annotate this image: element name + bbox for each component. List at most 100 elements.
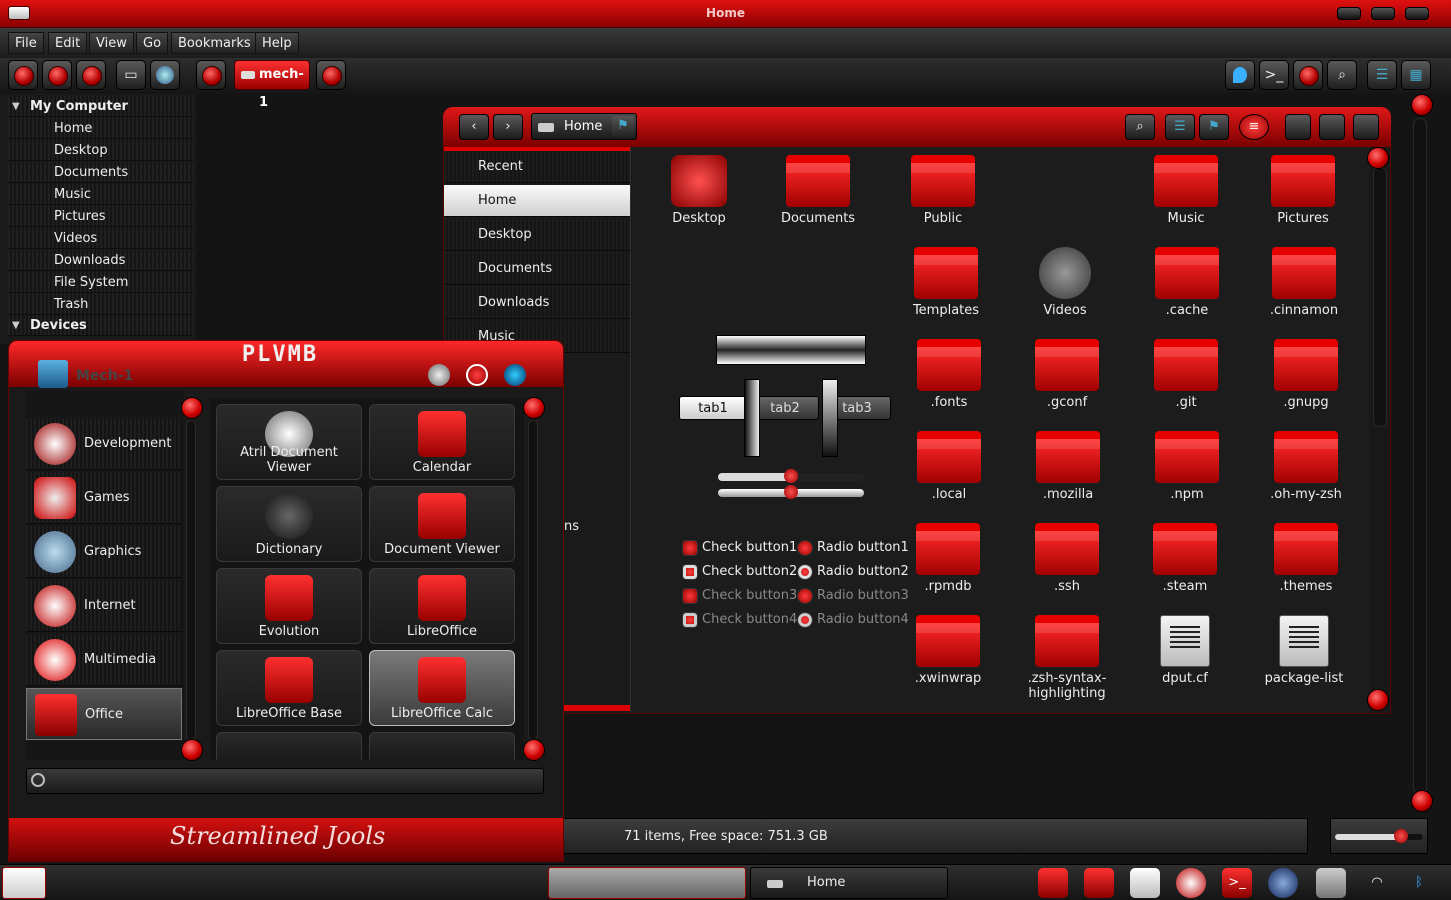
app-scrollbar[interactable] (528, 420, 538, 740)
minimize-button[interactable] (1337, 7, 1361, 20)
app-calendar[interactable]: Calendar (369, 404, 515, 480)
location-icon[interactable] (1225, 60, 1255, 90)
fm-minimize-button[interactable] (1285, 114, 1311, 140)
path-button[interactable]: mech-1 (234, 60, 310, 110)
place-downloads[interactable]: Downloads (444, 287, 630, 319)
up-button[interactable] (76, 60, 106, 90)
terminal-icon[interactable]: >_ (1222, 868, 1252, 898)
scroll-up-orb[interactable] (1411, 94, 1433, 116)
app-libreoffice-base[interactable]: LibreOffice Base (216, 650, 362, 726)
fm-maximize-button[interactable] (1319, 114, 1345, 140)
lock-screen-icon[interactable] (428, 364, 450, 386)
tab-2[interactable]: tab2 (751, 396, 819, 420)
bluetooth-icon[interactable]: ᛒ (1404, 868, 1434, 898)
app-partial[interactable] (369, 732, 515, 760)
file-item[interactable]: .zsh-syntax-highlighting (1009, 615, 1125, 701)
category-scrollbar[interactable] (186, 420, 196, 740)
start-menu-button[interactable] (2, 867, 46, 899)
app-libreoffice[interactable]: LibreOffice (369, 568, 515, 644)
tree-item-pictures[interactable]: Pictures (8, 206, 193, 227)
file-item[interactable]: Documents (760, 155, 876, 226)
scroll-down-orb[interactable] (1411, 790, 1433, 812)
browser-icon[interactable] (1176, 868, 1206, 898)
menu-view[interactable]: View (89, 32, 134, 54)
file-item[interactable]: .gnupg (1248, 339, 1364, 410)
app-dictionary[interactable]: Dictionary (216, 486, 362, 562)
file-item[interactable]: .steam (1127, 523, 1243, 594)
menu-help[interactable]: Help (255, 32, 299, 54)
main-scrollbar[interactable] (1413, 118, 1427, 794)
fm-pin-icon[interactable]: ⚑ (1199, 114, 1229, 140)
file-item[interactable]: .ssh (1009, 523, 1125, 594)
file-item[interactable]: .mozilla (1010, 431, 1126, 502)
tree-item-home[interactable]: Home (8, 118, 193, 139)
app-libreoffice-calc[interactable]: LibreOffice Calc (369, 650, 515, 726)
category-games[interactable]: Games (26, 472, 182, 524)
fm-search-icon[interactable]: ⌕ (1125, 114, 1155, 140)
file-item[interactable]: .local (891, 431, 1007, 502)
zoom-slider-track[interactable] (1335, 834, 1423, 840)
menu-file[interactable]: File (8, 32, 44, 54)
fm-menu-icon[interactable]: ≡ (1239, 114, 1269, 140)
fm-scroll-down-orb[interactable] (1367, 689, 1389, 711)
file-item[interactable]: .themes (1248, 523, 1364, 594)
menu-edit[interactable]: Edit (48, 32, 88, 54)
zoom-slider-handle[interactable] (1394, 829, 1408, 843)
taskbar-empty-slot[interactable] (548, 867, 746, 899)
window-menu-icon[interactable] (8, 6, 30, 20)
app-scroll-down-orb[interactable] (523, 739, 545, 761)
tree-item-videos[interactable]: Videos (8, 228, 193, 249)
app-scroll-up-orb[interactable] (523, 397, 545, 419)
tree-item-music[interactable]: Music (8, 184, 193, 205)
tree-devices[interactable]: ▼ Devices (8, 315, 193, 336)
file-item[interactable]: Desktop (641, 155, 757, 226)
place-documents[interactable]: Documents (444, 253, 630, 285)
disk-icon[interactable] (1293, 60, 1323, 90)
icon-view-icon[interactable]: ▦ (1401, 60, 1431, 90)
maximize-button[interactable] (1371, 7, 1395, 20)
logout-icon[interactable] (466, 364, 488, 386)
display-icon[interactable] (1316, 868, 1346, 898)
fm-forward-button[interactable]: › (493, 114, 523, 140)
shutdown-icon[interactable] (504, 364, 526, 386)
fm-scroll-up-orb[interactable] (1367, 147, 1389, 169)
file-item[interactable]: .cinnamon (1246, 247, 1362, 318)
tree-my-computer[interactable]: ▼ My Computer (8, 96, 193, 117)
list-view-icon[interactable]: ☰ (1367, 60, 1397, 90)
taskbar-window-home[interactable]: Home (750, 867, 948, 899)
wifi-icon[interactable]: ◠ (1362, 868, 1392, 898)
search-icon[interactable]: ⌕ (1327, 60, 1357, 90)
check-button-1[interactable]: Check button1 (682, 538, 800, 558)
next-location-button[interactable] (316, 60, 346, 90)
file-item[interactable]: .fonts (891, 339, 1007, 410)
file-item[interactable]: package-list (1246, 615, 1362, 686)
slider-handle[interactable] (784, 469, 798, 483)
category-multimedia[interactable]: Multimedia (26, 634, 182, 686)
previous-location-button[interactable] (196, 60, 226, 90)
menu-search-input[interactable] (26, 768, 544, 794)
app-partial[interactable] (216, 732, 362, 760)
file-item[interactable]: .cache (1129, 247, 1245, 318)
tree-item-documents[interactable]: Documents (8, 162, 193, 183)
file-item[interactable]: Public (885, 155, 1001, 226)
plvmb-launcher-icon[interactable] (1038, 868, 1068, 898)
slider-handle[interactable] (784, 485, 798, 499)
file-item[interactable]: Music (1128, 155, 1244, 226)
file-item[interactable]: dput.cf (1127, 615, 1243, 686)
tree-item-trash[interactable]: Trash (8, 294, 193, 315)
app-evolution[interactable]: Evolution (216, 568, 362, 644)
category-scroll-up-orb[interactable] (181, 397, 203, 419)
network-icon[interactable] (150, 60, 180, 90)
tree-item-file-system[interactable]: File System (8, 272, 193, 293)
file-item[interactable]: .gconf (1009, 339, 1125, 410)
file-item[interactable]: Pictures (1245, 155, 1361, 226)
computer-icon[interactable]: ▭ (116, 60, 146, 90)
category-development[interactable]: Development (26, 418, 182, 470)
category-office[interactable]: Office (26, 688, 182, 740)
radio-button-2[interactable]: Radio button2 (797, 562, 915, 582)
app-atril[interactable]: Atril Document Viewer (216, 404, 362, 480)
category-graphics[interactable]: Graphics (26, 526, 182, 578)
menu-go[interactable]: Go (136, 32, 169, 54)
text-editor-icon[interactable] (1130, 868, 1160, 898)
fm-list-icon[interactable]: ☰ (1165, 114, 1195, 140)
